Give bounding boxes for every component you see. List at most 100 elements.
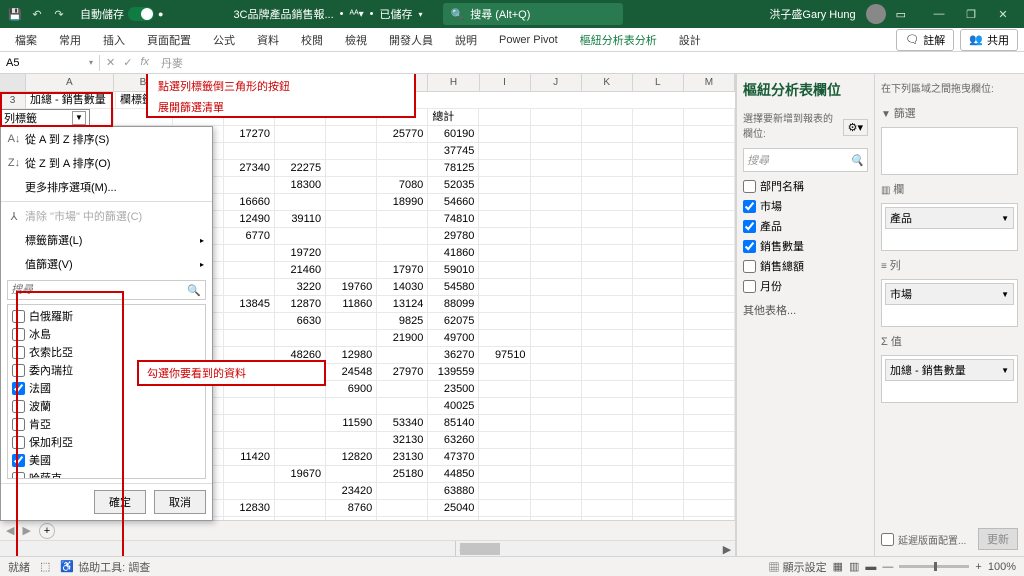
value-filter[interactable]: 值篩選(V)▸ bbox=[1, 252, 212, 276]
values-area[interactable]: 加總 - 銷售數量▼ bbox=[881, 355, 1018, 403]
pivot-field[interactable]: 市場 bbox=[743, 196, 868, 216]
tab-常用[interactable]: 常用 bbox=[50, 28, 90, 52]
clear-filter: ⅄清除 "市場" 中的篩選(C) bbox=[1, 204, 212, 228]
col-header[interactable]: L bbox=[633, 74, 684, 91]
tab-校閱[interactable]: 校閱 bbox=[292, 28, 332, 52]
filter-item[interactable]: 冰島 bbox=[10, 325, 203, 343]
view-normal-icon[interactable]: ▦ bbox=[833, 560, 843, 573]
pivot-pane-title: 樞紐分析表欄位 bbox=[743, 80, 841, 100]
col-header[interactable]: M bbox=[684, 74, 735, 91]
tab-頁面配置[interactable]: 頁面配置 bbox=[138, 28, 200, 52]
filter-item[interactable]: 白俄羅斯 bbox=[10, 307, 203, 325]
user-name[interactable]: 洪子盛Gary Hung bbox=[769, 6, 855, 22]
minimize-icon[interactable]: — bbox=[924, 4, 954, 24]
autosave-toggle[interactable] bbox=[128, 7, 154, 21]
pivot-field[interactable]: 月份 bbox=[743, 276, 868, 296]
view-layout-icon[interactable]: ▥ bbox=[849, 560, 859, 573]
select-all-corner[interactable] bbox=[0, 74, 26, 91]
fx-icon[interactable]: fx bbox=[140, 56, 149, 69]
tab-設計[interactable]: 設計 bbox=[670, 28, 710, 52]
view-break-icon[interactable]: ▬ bbox=[865, 561, 876, 573]
more-sort[interactable]: 更多排序選項(M)... bbox=[1, 175, 212, 199]
cancel-fx-icon[interactable]: ✕ bbox=[106, 56, 115, 69]
tab-說明[interactable]: 說明 bbox=[446, 28, 486, 52]
restore-icon[interactable]: ❐ bbox=[956, 4, 986, 24]
filter-item-list[interactable]: 白俄羅斯冰島衣索比亞委內瑞拉法國波蘭肯亞保加利亞美國哈薩克哥倫比亞埃及挪威烏克蘭… bbox=[7, 304, 206, 479]
accessibility-icon[interactable]: ♿ bbox=[60, 560, 74, 573]
display-settings[interactable]: ▦ 顯示設定 bbox=[769, 559, 827, 575]
name-box[interactable]: A5▾ bbox=[0, 55, 100, 71]
tab-開發人員[interactable]: 開發人員 bbox=[380, 28, 442, 52]
zoom-value[interactable]: 100% bbox=[988, 561, 1016, 573]
filter-item[interactable]: 波蘭 bbox=[10, 397, 203, 415]
row-chip[interactable]: 市場▼ bbox=[885, 283, 1014, 305]
close-icon[interactable]: ✕ bbox=[988, 4, 1018, 24]
share-button[interactable]: 👥共用 bbox=[960, 29, 1018, 51]
col-header[interactable]: H bbox=[428, 74, 479, 91]
label-filter[interactable]: 標籤篩選(L)▸ bbox=[1, 228, 212, 252]
filter-item[interactable]: 哈薩克 bbox=[10, 469, 203, 479]
formula-input[interactable]: 丹麥 bbox=[155, 53, 1024, 73]
pivot-field[interactable]: 銷售數量 bbox=[743, 236, 868, 256]
pivot-search[interactable]: 搜尋🔍 bbox=[743, 148, 868, 172]
val-chip[interactable]: 加總 - 銷售數量▼ bbox=[885, 359, 1014, 381]
autosave-label: 自動儲存 bbox=[80, 6, 124, 22]
ribbon-mode-icon[interactable]: ▭ bbox=[896, 8, 906, 21]
filter-ok-button[interactable]: 確定 bbox=[94, 490, 146, 514]
zoom-slider[interactable] bbox=[899, 565, 969, 568]
zoom-in-icon[interactable]: + bbox=[975, 561, 981, 573]
tab-Power Pivot[interactable]: Power Pivot bbox=[490, 30, 567, 50]
avatar[interactable] bbox=[866, 4, 886, 24]
redo-icon[interactable]: ↷ bbox=[50, 5, 68, 23]
filter-search[interactable]: 🔍 bbox=[7, 280, 206, 300]
columns-area[interactable]: 產品▼ bbox=[881, 203, 1018, 251]
search-box[interactable]: 🔍 搜尋 (Alt+Q) bbox=[443, 3, 623, 25]
filter-panel: A↓從 A 到 Z 排序(S) Z↓從 Z 到 A 排序(O) 更多排序選項(M… bbox=[0, 126, 213, 521]
sort-za[interactable]: Z↓從 Z 到 A 排序(O) bbox=[1, 151, 212, 175]
filter-area[interactable] bbox=[881, 127, 1018, 175]
filter-item[interactable]: 保加利亞 bbox=[10, 433, 203, 451]
doc-title: 3C品牌產品銷售報... bbox=[233, 6, 333, 22]
pivot-field[interactable]: 銷售總額 bbox=[743, 256, 868, 276]
col-header[interactable]: A bbox=[26, 74, 114, 91]
rows-area[interactable]: 市場▼ bbox=[881, 279, 1018, 327]
zoom-out-icon[interactable]: — bbox=[882, 561, 893, 573]
accessibility-status[interactable]: 協助工具: 調查 bbox=[78, 559, 150, 575]
sort-az[interactable]: A↓從 A 到 Z 排序(S) bbox=[1, 127, 212, 151]
pivot-field[interactable]: 產品 bbox=[743, 216, 868, 236]
tab-資料[interactable]: 資料 bbox=[248, 28, 288, 52]
filter-item[interactable]: 衣索比亞 bbox=[10, 343, 203, 361]
tab-插入[interactable]: 插入 bbox=[94, 28, 134, 52]
filter-item[interactable]: 美國 bbox=[10, 451, 203, 469]
tab-檢視[interactable]: 檢視 bbox=[336, 28, 376, 52]
chevron-down-icon[interactable]: ▼ bbox=[72, 111, 86, 125]
tab-檔案[interactable]: 檔案 bbox=[6, 28, 46, 52]
annotation-1: 點選列標籤倒三角形的按鈕 展開篩選清單 bbox=[146, 74, 416, 118]
pivot-field[interactable]: 部門名稱 bbox=[743, 176, 868, 196]
col-header[interactable]: K bbox=[582, 74, 633, 91]
row-label-dropdown[interactable]: 列標籤▼ bbox=[0, 109, 90, 126]
col-chip[interactable]: 產品▼ bbox=[885, 207, 1014, 229]
filter-cancel-button[interactable]: 取消 bbox=[154, 490, 206, 514]
filter-item[interactable]: 肯亞 bbox=[10, 415, 203, 433]
col-header[interactable]: J bbox=[531, 74, 582, 91]
annotation-2: 勾選你要看到的資料 bbox=[137, 360, 326, 386]
sheet-nav-prev-icon[interactable]: ◀ bbox=[6, 524, 14, 537]
tab-公式[interactable]: 公式 bbox=[204, 28, 244, 52]
search-icon: 🔍 bbox=[451, 8, 465, 21]
undo-icon[interactable]: ↶ bbox=[28, 5, 46, 23]
search-icon: 🔍 bbox=[183, 284, 205, 297]
search-icon: 🔍 bbox=[850, 154, 864, 167]
comments-button[interactable]: 🗨註解 bbox=[896, 29, 954, 51]
enter-fx-icon[interactable]: ✓ bbox=[123, 56, 132, 69]
col-header[interactable]: I bbox=[480, 74, 531, 91]
update-button: 更新 bbox=[978, 528, 1018, 550]
tab-樞紐分析表分析[interactable]: 樞紐分析表分析 bbox=[571, 28, 666, 52]
gear-icon[interactable]: ⚙▾ bbox=[843, 119, 868, 136]
new-sheet-icon[interactable]: + bbox=[39, 523, 55, 539]
other-tables[interactable]: 其他表格... bbox=[743, 302, 868, 318]
horizontal-scrollbar[interactable]: ◀▶ bbox=[0, 540, 735, 556]
sheet-nav-next-icon[interactable]: ▶ bbox=[22, 524, 30, 537]
defer-layout-checkbox[interactable] bbox=[881, 533, 894, 546]
save-icon[interactable]: 💾 bbox=[6, 5, 24, 23]
